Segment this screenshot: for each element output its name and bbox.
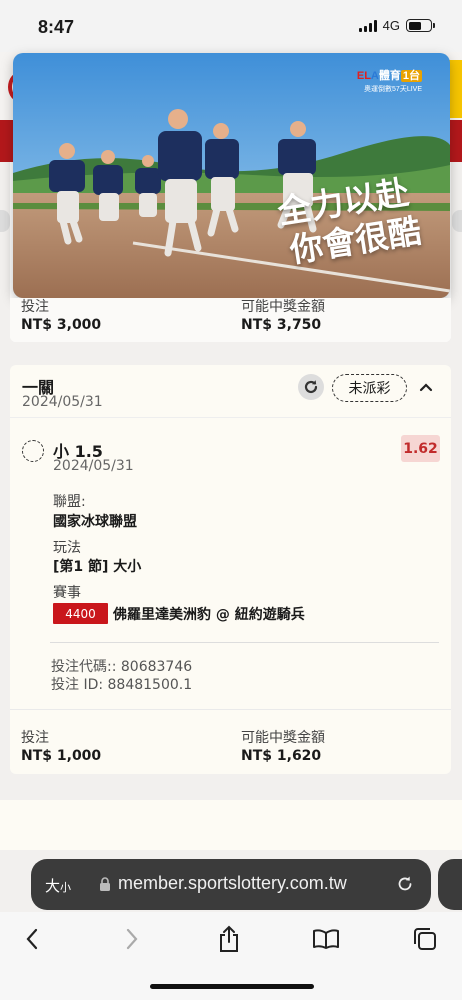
selection-date: 2024/05/31: [53, 458, 134, 474]
share-icon: [220, 925, 238, 952]
league-value: 國家冰球聯盟: [53, 514, 137, 530]
league-label: 聯盟:: [53, 494, 86, 510]
bet-card-2-header[interactable]: 一關 2024/05/31 未派彩: [10, 365, 451, 417]
stake-label: 投注: [21, 730, 49, 746]
chevron-left-icon: [26, 928, 38, 950]
bet-code: 投注代碼:: 80683746: [51, 659, 193, 675]
bet-1-amounts: 投注 NT$ 3,000 可能中獎金額 NT$ 3,750: [10, 298, 451, 342]
bookmarks-button[interactable]: [311, 924, 341, 954]
address-bar[interactable]: 大小 member.sportslottery.com.tw: [31, 859, 431, 910]
payout-label: 可能中獎金額: [241, 299, 325, 315]
status-indicators: 4G: [358, 18, 435, 33]
bet-id: 投注 ID: 88481500.1: [51, 677, 193, 693]
status-bar: 8:47 4G: [0, 0, 462, 52]
market-value: [第1 節] 大小: [53, 559, 142, 575]
odds-badge: 1.62: [401, 435, 440, 462]
bet-2-amounts: 投注 NT$ 1,000 可能中獎金額 NT$ 1,620: [10, 729, 451, 765]
payout-value: NT$ 3,750: [241, 317, 322, 333]
event-name: 佛羅里達美洲豹 @ 紐約遊騎兵: [113, 607, 305, 623]
refresh-button[interactable]: [298, 374, 324, 400]
bet-card-3: [0, 800, 462, 850]
bet-date: 2024/05/31: [22, 394, 103, 410]
lock-icon: [100, 877, 110, 891]
book-icon: [313, 929, 339, 949]
bet-card-2: 一關 2024/05/31 未派彩 小 1.5 2024/05/31 1.62 …: [10, 365, 451, 774]
divider: [10, 417, 451, 418]
bet-2-payout: 可能中獎金額 NT$ 1,620: [231, 729, 451, 765]
channel-logo: ELA體育 1台 奧運倒數57天LIVE: [356, 70, 422, 93]
carousel-next-handle[interactable]: [452, 210, 462, 232]
bet-1-payout: 可能中獎金額 NT$ 3,750: [231, 298, 451, 342]
divider: [10, 709, 451, 710]
chevron-up-icon: [419, 383, 433, 392]
refresh-icon: [304, 380, 318, 394]
selection-status-icon: [22, 440, 44, 462]
collapse-button[interactable]: [416, 377, 436, 397]
network-type: 4G: [382, 18, 400, 33]
bet-1-stake: 投注 NT$ 3,000: [10, 298, 231, 342]
video-ad-player[interactable]: ELA體育 1台 奧運倒數57天LIVE 全力以赴 你會很酷: [13, 53, 450, 298]
event-label: 賽事: [53, 585, 81, 601]
chevron-right-icon: [126, 928, 138, 950]
payout-value: NT$ 1,620: [241, 748, 322, 764]
bet-2-stake: 投注 NT$ 1,000: [10, 729, 231, 765]
settlement-status-badge: 未派彩: [332, 374, 407, 402]
payout-label: 可能中獎金額: [241, 730, 325, 746]
text-size-button[interactable]: 大小: [45, 875, 71, 896]
back-button[interactable]: [17, 924, 47, 954]
stake-label: 投注: [21, 299, 49, 315]
stake-value: NT$ 3,000: [21, 317, 102, 333]
market-label: 玩法: [53, 540, 81, 556]
event-id-badge: 4400: [53, 603, 108, 624]
signal-icon: [358, 19, 377, 32]
forward-button[interactable]: [117, 924, 147, 954]
channel-tagline: 奧運倒數57天LIVE: [364, 86, 422, 93]
url-text[interactable]: member.sportslottery.com.tw: [118, 873, 347, 894]
divider: [50, 642, 439, 643]
stake-value: NT$ 1,000: [21, 748, 102, 764]
carousel-prev-handle[interactable]: [0, 210, 10, 232]
reload-icon[interactable]: [395, 874, 415, 894]
battery-icon: [406, 19, 435, 32]
tabs-icon: [414, 928, 436, 950]
share-button[interactable]: [214, 924, 244, 954]
home-indicator: [150, 984, 314, 989]
next-tab-preview[interactable]: [438, 859, 462, 910]
status-time: 8:47: [38, 17, 75, 37]
tabs-button[interactable]: [410, 924, 440, 954]
